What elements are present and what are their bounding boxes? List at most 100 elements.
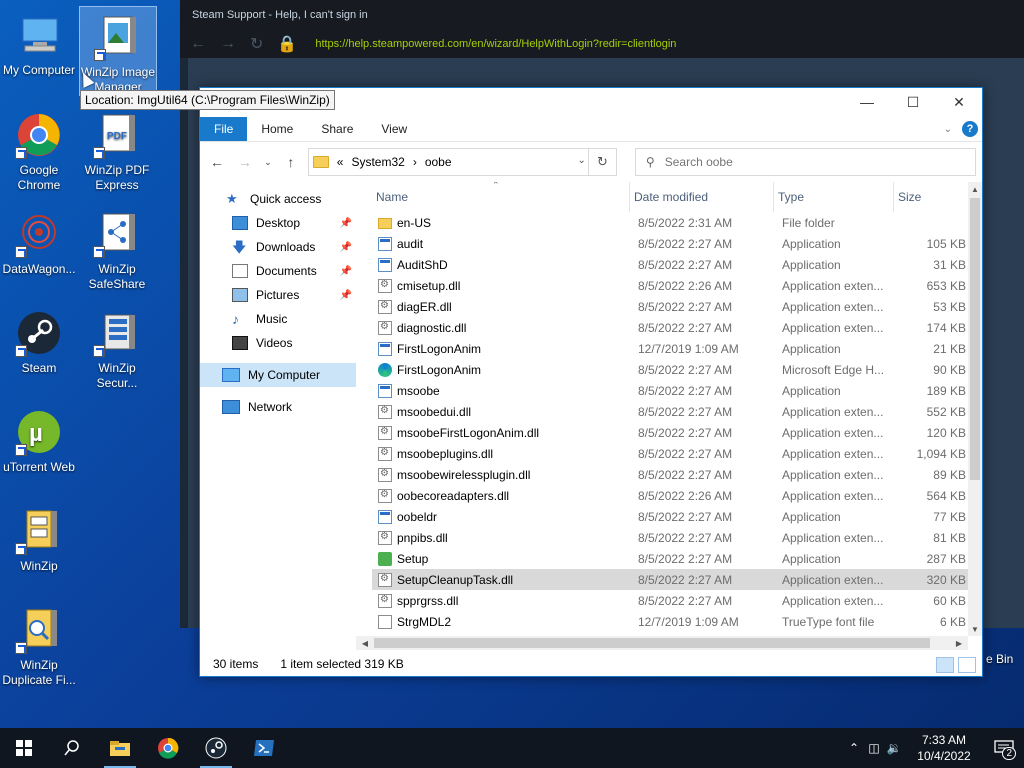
- desktop-icon-datawagon[interactable]: DataWagon...: [0, 203, 78, 293]
- table-row[interactable]: diagnostic.dll 8/5/2022 2:27 AM Applicatio…: [372, 317, 982, 338]
- table-row[interactable]: AuditShD 8/5/2022 2:27 AM Application 31 KB: [372, 254, 982, 275]
- table-row[interactable]: en-US 8/5/2022 2:31 AM File folder: [372, 212, 982, 233]
- nav-item-pictures[interactable]: Pictures 📌: [200, 283, 356, 307]
- table-row[interactable]: oobecoreadapters.dll 8/5/2022 2:26 AM Appl…: [372, 485, 982, 506]
- desktop-icon-winzip-duplicate[interactable]: WinZip Duplicate Fi...: [0, 599, 78, 689]
- tab-file[interactable]: File: [200, 117, 248, 141]
- shortcut-arrow-icon: [93, 246, 105, 258]
- file-explorer-window[interactable]: — ☐ ✕ File Home Share View ⌄ ? ← → ⌄ ↑ «…: [199, 87, 983, 677]
- nav-item-quick-access[interactable]: ★ Quick access: [200, 187, 356, 211]
- column-size[interactable]: Size: [894, 182, 968, 212]
- tab-share[interactable]: Share: [307, 117, 367, 141]
- desktop-icon-winzip-secure[interactable]: WinZip Secur...: [78, 302, 156, 392]
- nav-item-documents[interactable]: Documents 📌: [200, 259, 356, 283]
- show-hidden-icons-icon[interactable]: ⌃: [844, 741, 864, 755]
- table-row[interactable]: msoobeplugins.dll 8/5/2022 2:27 AM Applica…: [372, 443, 982, 464]
- nav-item-downloads[interactable]: 🡇 Downloads 📌: [200, 235, 356, 259]
- desktop-icon-winzip-pdf-express[interactable]: PDF WinZip PDF Express: [78, 104, 156, 194]
- breadcrumb-oobe[interactable]: oobe: [425, 155, 452, 169]
- notification-center-button[interactable]: 2: [984, 728, 1024, 768]
- breadcrumb-separator[interactable]: ›: [413, 155, 417, 169]
- table-row[interactable]: cmisetup.dll 8/5/2022 2:26 AM Application …: [372, 275, 982, 296]
- file-name-cell: msoobeFirstLogonAnim.dll: [372, 425, 634, 440]
- taskbar-chrome[interactable]: [144, 728, 192, 768]
- pin-icon[interactable]: 📌: [340, 266, 352, 277]
- table-row[interactable]: msoobeFirstLogonAnim.dll 8/5/2022 2:27 AM…: [372, 422, 982, 443]
- taskbar-steam[interactable]: [192, 728, 240, 768]
- address-bar[interactable]: « System32 › oobe ⌄ ↻: [307, 148, 617, 176]
- pin-icon[interactable]: 📌: [340, 218, 352, 229]
- column-date-modified[interactable]: Date modified: [630, 182, 774, 212]
- table-row[interactable]: Setup 8/5/2022 2:27 AM Application 287 KB: [372, 548, 982, 569]
- maximize-button[interactable]: ☐: [890, 88, 936, 116]
- large-icons-view-icon[interactable]: [958, 657, 976, 673]
- minimize-button[interactable]: —: [844, 88, 890, 116]
- table-row[interactable]: FirstLogonAnim 12/7/2019 1:09 AM Applicati…: [372, 338, 982, 359]
- help-icon[interactable]: ?: [962, 121, 978, 137]
- nav-item-my-computer[interactable]: My Computer: [200, 363, 356, 387]
- network-icon[interactable]: ◫: [864, 741, 884, 755]
- table-row[interactable]: msoobe 8/5/2022 2:27 AM Application 189 KB: [372, 380, 982, 401]
- start-button[interactable]: [0, 728, 48, 768]
- scroll-up-icon[interactable]: ▲: [968, 182, 982, 196]
- table-row[interactable]: spprgrss.dll 8/5/2022 2:27 AM Application …: [372, 590, 982, 611]
- file-name-cell: msoobedui.dll: [372, 404, 634, 419]
- nav-item-desktop[interactable]: Desktop 📌: [200, 211, 356, 235]
- table-row[interactable]: oobeldr 8/5/2022 2:27 AM Application 77 KB: [372, 506, 982, 527]
- clock[interactable]: 7:33 AM 10/4/2022: [904, 732, 984, 764]
- volume-icon[interactable]: 🔉: [884, 741, 904, 755]
- column-name[interactable]: Name: [372, 182, 630, 212]
- desktop-icon-winzip[interactable]: WinZip: [0, 500, 78, 590]
- pin-icon[interactable]: 📌: [340, 242, 352, 253]
- app-file-icon: [378, 236, 392, 251]
- nav-item-music[interactable]: ♪ Music: [200, 307, 356, 331]
- scroll-down-icon[interactable]: ▼: [968, 622, 982, 636]
- table-row[interactable]: SetupCleanupTask.dll 8/5/2022 2:27 AM Appl…: [372, 569, 982, 590]
- breadcrumb-system32[interactable]: System32: [351, 155, 404, 169]
- close-button[interactable]: ✕: [936, 88, 982, 116]
- horizontal-scroll-thumb[interactable]: [374, 638, 930, 648]
- nav-item-network[interactable]: Network: [200, 395, 356, 419]
- taskbar-file-explorer[interactable]: [96, 728, 144, 768]
- breadcrumb-overflow[interactable]: «: [337, 155, 344, 169]
- horizontal-scrollbar[interactable]: ◀ ▶: [356, 636, 968, 650]
- search-box[interactable]: ⚲: [634, 148, 976, 176]
- recent-locations-icon[interactable]: ⌄: [262, 151, 274, 173]
- taskbar-powershell[interactable]: [240, 728, 288, 768]
- desktop-icon-my-computer[interactable]: My Computer: [0, 4, 78, 94]
- table-row[interactable]: StrgMDL2 12/7/2019 1:09 AM TrueType font f…: [372, 611, 982, 632]
- desktop-icon-steam[interactable]: Steam: [0, 302, 78, 392]
- column-type[interactable]: Type: [774, 182, 894, 212]
- search-button[interactable]: [48, 728, 96, 768]
- steam-forward-icon[interactable]: →: [220, 35, 236, 53]
- refresh-icon[interactable]: ↻: [587, 149, 616, 175]
- steam-reload-icon[interactable]: ↻: [250, 34, 263, 54]
- table-row[interactable]: pnpibs.dll 8/5/2022 2:27 AM Application ex…: [372, 527, 982, 548]
- forward-arrow-icon[interactable]: →: [234, 151, 256, 173]
- scroll-left-icon[interactable]: ◀: [358, 636, 372, 650]
- tab-home[interactable]: Home: [247, 117, 307, 141]
- table-row[interactable]: diagER.dll 8/5/2022 2:27 AM Application ex…: [372, 296, 982, 317]
- table-row[interactable]: msoobedui.dll 8/5/2022 2:27 AM Application…: [372, 401, 982, 422]
- pin-icon[interactable]: 📌: [340, 290, 352, 301]
- vertical-scroll-thumb[interactable]: [970, 198, 980, 480]
- details-view-icon[interactable]: [936, 657, 954, 673]
- desktop-icon-winzip-safeshare[interactable]: WinZip SafeShare: [78, 203, 156, 293]
- expand-ribbon-icon[interactable]: ⌄: [944, 124, 952, 135]
- back-arrow-icon[interactable]: ←: [206, 151, 228, 173]
- vertical-scrollbar[interactable]: ▲ ▼: [968, 182, 982, 636]
- table-row[interactable]: msoobewirelessplugin.dll 8/5/2022 2:27 AM…: [372, 464, 982, 485]
- desktop-icon-utorrent-web[interactable]: µ uTorrent Web: [0, 401, 78, 491]
- tab-view[interactable]: View: [367, 117, 421, 141]
- address-dropdown-icon[interactable]: ⌄: [578, 155, 586, 166]
- steam-back-icon[interactable]: ←: [190, 35, 206, 53]
- search-input[interactable]: [664, 155, 945, 169]
- table-row[interactable]: audit 8/5/2022 2:27 AM Application 105 KB: [372, 233, 982, 254]
- desktop-icon-google-chrome[interactable]: Google Chrome: [0, 104, 78, 194]
- recycle-bin-label[interactable]: e Bin: [986, 652, 1013, 666]
- steam-url[interactable]: https://help.steampowered.com/en/wizard/…: [315, 38, 676, 50]
- table-row[interactable]: FirstLogonAnim 8/5/2022 2:27 AM Microsoft …: [372, 359, 982, 380]
- scroll-right-icon[interactable]: ▶: [952, 636, 966, 650]
- nav-item-videos[interactable]: Videos: [200, 331, 356, 355]
- up-arrow-icon[interactable]: ↑: [280, 151, 302, 173]
